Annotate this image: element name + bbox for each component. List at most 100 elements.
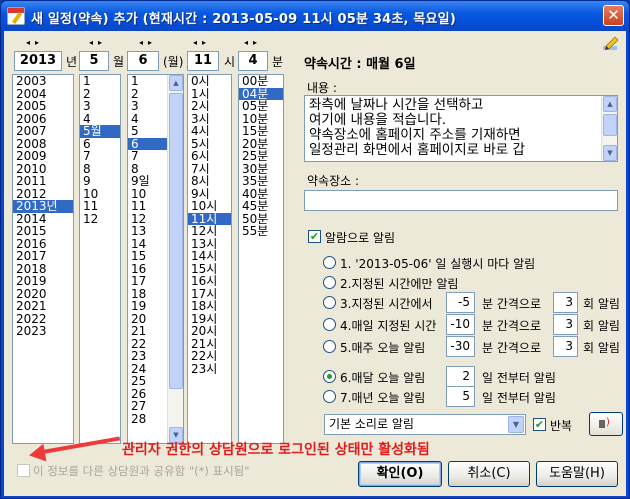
hour-unit: 시 [224,55,236,69]
scroll-up-icon[interactable]: ▲ [603,96,617,112]
scroll-thumb[interactable] [603,114,617,136]
content-line: 일정관리 화면에서 홈페이지로 바로 갑 [309,142,525,158]
hour-list-item[interactable]: 18시 [188,300,231,313]
alarm-option-3-interval[interactable]: -5 [446,292,475,313]
hour-field[interactable]: 11 [187,51,219,71]
hour-list-item[interactable]: 8시 [188,175,231,188]
play-sound-button[interactable]: ) [589,412,623,436]
cancel-button[interactable]: 취소(C) [448,461,530,487]
alarm-option-2-radio[interactable] [323,276,336,289]
alarm-checkbox[interactable]: ✔ [308,230,321,243]
day-list-scrollbar[interactable]: ▲ ▼ [167,75,183,443]
year-list-item[interactable]: 2011 [13,175,73,188]
alarm-option-4-count[interactable]: 3 [553,314,578,335]
minute-spin-arrows[interactable]: ◂▸ [244,38,262,47]
help-button[interactable]: 도움말(H) [536,461,618,487]
alarm-sound-select[interactable]: 기본 소리로 알림 ▼ [324,414,526,435]
content-textarea[interactable]: 좌측에 날짜나 시간을 선택하고 여기에 내용을 적습니다. 약속장소에 홈페이… [304,95,618,162]
day-field[interactable]: 6 [127,51,159,71]
minute-list-item[interactable]: 15분 [239,125,283,138]
content-scrollbar[interactable]: ▲ ▼ [601,96,617,161]
month-field[interactable]: 5 [79,51,109,71]
hour-list-item[interactable]: 16시 [188,275,231,288]
minute-list-item[interactable]: 35분 [239,175,283,188]
hour-list-item[interactable]: 4시 [188,125,231,138]
hour-list-item[interactable]: 6시 [188,150,231,163]
location-input[interactable] [304,190,618,211]
month-list-item[interactable]: 3 [80,100,120,113]
alarm-option-6-days[interactable]: 2 [446,366,475,387]
alarm-option-7-mid: 일 전부터 알림 [482,391,556,405]
hour-list-item[interactable]: 2시 [188,100,231,113]
year-list-item[interactable]: 2015 [13,225,73,238]
scroll-thumb[interactable] [169,93,183,389]
month-list-item[interactable]: 12 [80,212,120,226]
year-list-item[interactable]: 2005 [13,100,73,113]
month-list-item[interactable]: 9 [80,175,120,188]
alarm-option-5-radio[interactable] [323,340,336,353]
alarm-option-3-radio[interactable] [323,296,336,309]
year-list-item[interactable]: 2003 [13,75,73,88]
year-list-item[interactable]: 2019 [13,275,73,288]
alarm-option-6-mid: 일 전부터 알림 [482,371,556,385]
alarm-option-7-radio[interactable] [323,390,336,403]
month-spin-arrows[interactable]: ◂▸ [89,38,107,47]
minute-list[interactable]: 00분 04분 05분 10분 15분 20분 25분 30분 35분 40분 45분 50분 55분 [238,74,284,444]
hour-list[interactable]: 0시 1시 2시 3시 4시 5시 6시 7시 8시 9시 10시 11시 12시 13시 14시 15시 16… [187,74,232,444]
alarm-option-1-radio[interactable] [323,256,336,269]
year-list[interactable]: 2003 2004 2005 2006 2007 2008 2009 2010 2011 2012… [12,74,74,444]
alarm-option-5-mid: 분 간격으로 [482,341,542,355]
minute-list-item[interactable]: 45분 [239,200,283,213]
scroll-down-icon[interactable]: ▼ [603,145,617,161]
scroll-up-icon[interactable]: ▲ [169,75,183,91]
month-list-item[interactable]: 11 [80,200,120,213]
hour-list-item[interactable]: 23시 [188,362,231,376]
alarm-option-4-interval[interactable]: -10 [446,314,475,335]
chevron-down-icon[interactable]: ▼ [508,416,524,433]
month-list-item[interactable]: 1 [80,75,120,88]
minute-list-item[interactable]: 25분 [239,150,283,163]
alarm-option-6-radio[interactable] [323,370,336,383]
alarm-option-4-radio[interactable] [323,318,336,331]
alarm-option-5-interval[interactable]: -30 [446,336,475,357]
year-spin-arrows[interactable]: ◂▸ [26,38,44,47]
speaker-icon [599,420,605,428]
hour-spin-arrows[interactable]: ◂▸ [193,38,211,47]
hour-list-item[interactable]: 14시 [188,250,231,263]
minute-list-item[interactable]: 05분 [239,100,283,113]
share-checkbox[interactable] [17,464,30,477]
alarm-option-3-count[interactable]: 3 [553,292,578,313]
year-list-item[interactable]: 2013년 [13,200,73,213]
year-list-item[interactable]: 2007 [13,125,73,138]
day-spin-arrows[interactable]: ◂▸ [139,38,157,47]
year-list-item[interactable]: 2009 [13,150,73,163]
ok-button[interactable]: 확인(O) [358,461,442,487]
month-list-item[interactable]: 7 [80,150,120,163]
hour-list-item[interactable]: 20시 [188,325,231,338]
alarm-option-6-label: 6.매달 오늘 알림 [340,371,426,385]
close-button[interactable]: ✕ [603,5,624,26]
minute-list-item[interactable]: 55분 [239,225,283,238]
pencil-icon[interactable] [602,35,620,51]
minute-list-item[interactable]: 00분 [239,75,283,88]
minute-field[interactable]: 4 [238,51,268,71]
year-list-item[interactable]: 2021 [13,300,73,313]
hour-list-item[interactable]: 12시 [188,225,231,238]
hour-list-item[interactable]: 10시 [188,200,231,213]
repeat-label: 반복 [550,419,573,433]
hour-spinner[interactable]: ◂▸ 11 시 [187,38,237,71]
year-list-item[interactable]: 2017 [13,250,73,263]
alarm-option-5-count[interactable]: 3 [553,336,578,357]
minute-spinner[interactable]: ◂▸ 4 분 [238,38,288,71]
month-list[interactable]: 1 2 3 4 5월 6 7 8 9 10 11 12 [79,74,121,444]
year-list-item[interactable]: 2023 [13,325,73,338]
day-list[interactable]: 1 2 3 4 5 6 7 8 9일 10 11 12 13 14 15 16 17 18 19 20 21 22 23 24… [127,74,184,444]
alarm-option-7-days[interactable]: 5 [446,386,475,407]
title-bar[interactable]: 새 일정(약속) 추가 (현재시간 : 2013-05-09 11시 05분 3… [1,1,629,31]
month-list-item[interactable]: 5월 [80,125,120,138]
hour-list-item[interactable]: 22시 [188,350,231,363]
year-field[interactable]: 2013 [14,51,62,71]
repeat-checkbox[interactable]: ✔ [533,418,546,431]
year-spinner[interactable]: ◂▸ 2013 년 [12,38,82,71]
hour-list-item[interactable]: 0시 [188,75,231,88]
